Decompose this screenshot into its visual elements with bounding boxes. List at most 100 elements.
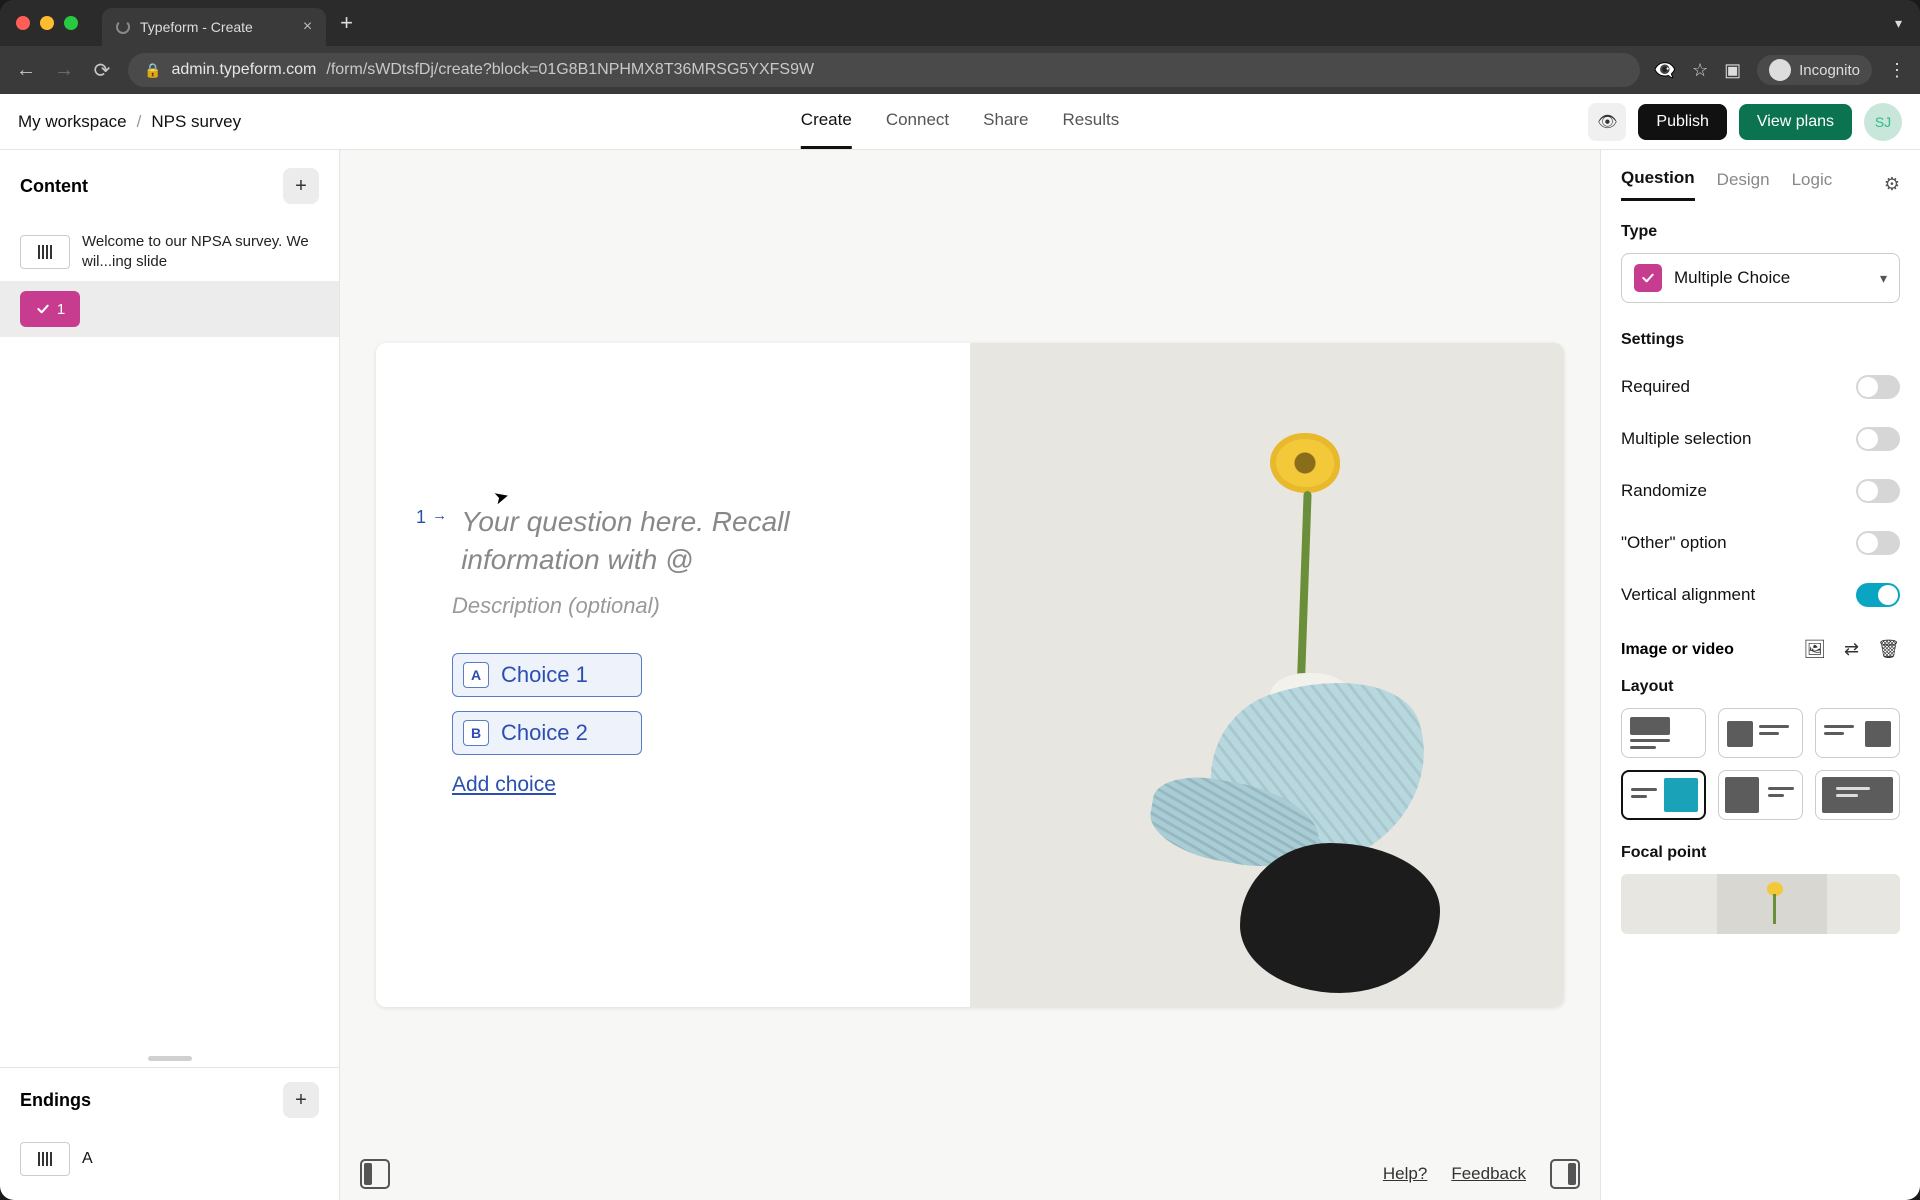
breadcrumb-form[interactable]: NPS survey — [151, 112, 241, 132]
panel-tab-question[interactable]: Question — [1621, 168, 1695, 201]
canvas: ➤ 1 → Your question here. Recall informa… — [340, 150, 1600, 1200]
chevron-down-icon: ▾ — [1880, 270, 1887, 287]
nav-reload-icon[interactable]: ⟳ — [90, 58, 114, 83]
setting-other-option: "Other" option — [1621, 517, 1900, 569]
layout-option-6[interactable] — [1815, 770, 1900, 820]
image-placeholder — [970, 343, 1564, 1007]
toggle-multiple-selection[interactable] — [1856, 427, 1900, 451]
choice-label[interactable]: Choice 2 — [501, 720, 588, 746]
type-badge-icon — [1634, 264, 1662, 292]
check-icon — [35, 301, 51, 317]
add-ending-button[interactable]: + — [283, 1082, 319, 1118]
publish-button[interactable]: Publish — [1638, 104, 1726, 140]
toggle-right-panel-button[interactable] — [1550, 1159, 1580, 1189]
layout-section-label: Layout — [1621, 678, 1900, 696]
tab-create[interactable]: Create — [801, 94, 852, 149]
focal-point-preview[interactable] — [1621, 874, 1900, 934]
breadcrumb-workspace[interactable]: My workspace — [18, 112, 127, 132]
slide-thumb-icon — [20, 235, 70, 269]
slide-type-badge: 1 — [20, 291, 80, 327]
type-value: Multiple Choice — [1674, 268, 1868, 288]
ending-letter: A — [82, 1150, 93, 1168]
choice-a[interactable]: A Choice 1 — [452, 653, 642, 697]
tab-share[interactable]: Share — [983, 94, 1028, 149]
slide-welcome-text: Welcome to our NPSA survey. We wil...ing… — [82, 232, 319, 271]
trash-icon[interactable]: 🗑 — [1877, 639, 1900, 660]
image-icon[interactable]: 🖼 — [1803, 639, 1826, 660]
layout-option-2[interactable] — [1718, 708, 1803, 758]
extensions-icon[interactable]: ▣ — [1724, 60, 1741, 81]
nav-forward-icon[interactable]: → — [52, 59, 76, 82]
focal-section-label: Focal point — [1621, 844, 1900, 862]
setting-multiple-selection: Multiple selection — [1621, 413, 1900, 465]
tab-connect[interactable]: Connect — [886, 94, 949, 149]
gear-icon[interactable]: ⚙ — [1884, 174, 1900, 195]
browser-address-bar: ← → ⟳ 🔒 admin.typeform.com/form/sWDtsfDj… — [0, 46, 1920, 94]
tracking-off-icon[interactable]: 👁‍🗨 — [1654, 60, 1676, 81]
bookmark-star-icon[interactable]: ☆ — [1692, 60, 1708, 81]
tabs-overflow-icon[interactable]: ▾ — [1895, 15, 1902, 32]
browser-menu-icon[interactable]: ⋮ — [1888, 60, 1906, 81]
app-topbar: My workspace / NPS survey Create Connect… — [0, 94, 1920, 150]
panel-tab-design[interactable]: Design — [1717, 170, 1770, 200]
nav-back-icon[interactable]: ← — [14, 59, 38, 82]
layout-option-3[interactable] — [1815, 708, 1900, 758]
window-close-dot[interactable] — [16, 16, 30, 30]
browser-tab[interactable]: Typeform - Create × — [102, 8, 326, 46]
toggle-other-option[interactable] — [1856, 531, 1900, 555]
question-card: ➤ 1 → Your question here. Recall informa… — [376, 343, 1564, 1007]
url-host: admin.typeform.com — [171, 61, 316, 79]
setting-required: Required — [1621, 361, 1900, 413]
layout-option-1[interactable] — [1621, 708, 1706, 758]
choice-label[interactable]: Choice 1 — [501, 662, 588, 688]
add-choice-link[interactable]: Add choice — [452, 773, 556, 797]
incognito-icon — [1769, 59, 1791, 81]
question-description-input[interactable]: Description (optional) — [452, 593, 930, 619]
layout-option-5[interactable] — [1718, 770, 1803, 820]
help-link[interactable]: Help? — [1383, 1164, 1427, 1184]
avatar[interactable]: SJ — [1864, 103, 1902, 141]
media-section: Image or video 🖼 ⇄ 🗑 — [1621, 621, 1900, 678]
question-image[interactable] — [970, 343, 1564, 1007]
sidebar-resize-handle[interactable] — [148, 1056, 192, 1061]
window-min-dot[interactable] — [40, 16, 54, 30]
toggle-randomize[interactable] — [1856, 479, 1900, 503]
view-plans-button[interactable]: View plans — [1739, 104, 1852, 140]
tab-close-icon[interactable]: × — [303, 18, 312, 36]
setting-label: Multiple selection — [1621, 429, 1751, 449]
layout-option-4[interactable] — [1621, 770, 1706, 820]
browser-titlebar: Typeform - Create × + ▾ — [0, 0, 1920, 46]
content-sidebar: Content + Welcome to our NPSA survey. We… — [0, 150, 340, 1200]
question-number: 1 → — [416, 507, 447, 579]
question-type-select[interactable]: Multiple Choice ▾ — [1621, 253, 1900, 303]
canvas-bottombar: Help? Feedback — [340, 1148, 1600, 1200]
choice-b[interactable]: B Choice 2 — [452, 711, 642, 755]
adjust-icon[interactable]: ⇄ — [1844, 639, 1859, 660]
ending-a[interactable]: A — [0, 1132, 339, 1200]
question-title-input[interactable]: Your question here. Recall information w… — [461, 503, 930, 579]
layout-options — [1621, 708, 1900, 820]
properties-panel: Question Design Logic ⚙ Type Multiple Ch… — [1600, 150, 1920, 1200]
question-edit-area[interactable]: ➤ 1 → Your question here. Recall informa… — [376, 343, 970, 1007]
panel-tab-logic[interactable]: Logic — [1792, 170, 1833, 200]
slide-question-1[interactable]: 1 — [0, 281, 339, 337]
add-content-button[interactable]: + — [283, 168, 319, 204]
content-title: Content — [20, 176, 88, 197]
toggle-required[interactable] — [1856, 375, 1900, 399]
feedback-link[interactable]: Feedback — [1451, 1164, 1526, 1184]
tab-loading-icon — [116, 20, 130, 34]
url-field[interactable]: 🔒 admin.typeform.com/form/sWDtsfDj/creat… — [128, 53, 1640, 87]
breadcrumb-sep: / — [137, 112, 142, 132]
slide-number: 1 — [57, 301, 65, 318]
toggle-vertical-alignment[interactable] — [1856, 583, 1900, 607]
arrow-right-icon: → — [428, 507, 447, 524]
slide-welcome[interactable]: Welcome to our NPSA survey. We wil...ing… — [0, 222, 339, 281]
new-tab-button[interactable]: + — [340, 10, 353, 36]
toggle-left-panel-button[interactable] — [360, 1159, 390, 1189]
window-max-dot[interactable] — [64, 16, 78, 30]
incognito-badge[interactable]: Incognito — [1757, 55, 1872, 85]
preview-button[interactable]: 👁 — [1588, 103, 1626, 141]
tab-results[interactable]: Results — [1063, 94, 1120, 149]
setting-randomize: Randomize — [1621, 465, 1900, 517]
settings-section-label: Settings — [1621, 331, 1900, 349]
